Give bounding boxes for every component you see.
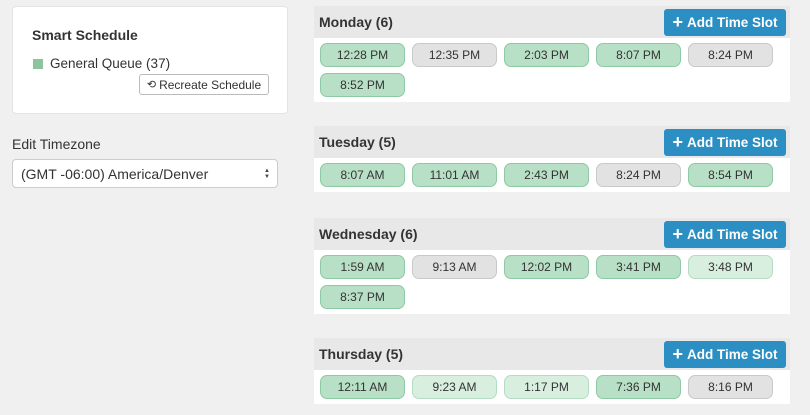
- day-header: Tuesday (5) + Add Time Slot: [314, 126, 790, 158]
- day-header: Wednesday (6) + Add Time Slot: [314, 218, 790, 250]
- add-time-slot-button[interactable]: + Add Time Slot: [664, 128, 786, 156]
- day-section-thursday: Thursday (5) + Add Time Slot 12:11 AM 9:23 A…: [314, 338, 790, 404]
- queue-legend: General Queue (37): [33, 56, 170, 71]
- time-slot[interactable]: 7:36 PM: [596, 375, 681, 399]
- time-slot[interactable]: 8:24 PM: [596, 163, 681, 187]
- day-title: Thursday (5): [319, 346, 404, 362]
- add-time-slot-label: Add Time Slot: [687, 14, 778, 30]
- time-slot-list: 8:07 AM 11:01 AM 2:43 PM 8:24 PM 8:54 PM: [314, 158, 790, 192]
- time-slot[interactable]: 8:52 PM: [320, 73, 405, 97]
- time-slot[interactable]: 8:07 PM: [596, 43, 681, 67]
- smart-schedule-card: Smart Schedule General Queue (37) ⟲ Recr…: [12, 6, 288, 114]
- plus-icon: +: [672, 132, 683, 152]
- add-time-slot-label: Add Time Slot: [687, 134, 778, 150]
- add-time-slot-button[interactable]: + Add Time Slot: [664, 340, 786, 368]
- time-slot-list: 1:59 AM 9:13 AM 12:02 PM 3:41 PM 3:48 PM 8:37…: [314, 250, 790, 314]
- time-slot[interactable]: 8:07 AM: [320, 163, 405, 187]
- recreate-schedule-button[interactable]: ⟲ Recreate Schedule: [139, 74, 269, 95]
- time-slot[interactable]: 9:13 AM: [412, 255, 497, 279]
- queue-color-swatch: [33, 58, 43, 69]
- time-slot[interactable]: 12:02 PM: [504, 255, 589, 279]
- day-title: Wednesday (6): [319, 226, 418, 242]
- time-slot[interactable]: 3:48 PM: [688, 255, 773, 279]
- time-slot[interactable]: 12:28 PM: [320, 43, 405, 67]
- time-slot[interactable]: 2:43 PM: [504, 163, 589, 187]
- day-section-monday: Monday (6) + Add Time Slot 12:28 PM 12:35 PM…: [314, 6, 790, 102]
- add-time-slot-label: Add Time Slot: [687, 346, 778, 362]
- time-slot[interactable]: 8:54 PM: [688, 163, 773, 187]
- plus-icon: +: [672, 12, 683, 32]
- plus-icon: +: [672, 224, 683, 244]
- timezone-selected-value: (GMT -06:00) America/Denver: [21, 165, 209, 182]
- recreate-schedule-label: Recreate Schedule: [159, 77, 262, 92]
- time-slot[interactable]: 2:03 PM: [504, 43, 589, 67]
- time-slot[interactable]: 8:37 PM: [320, 285, 405, 309]
- time-slot[interactable]: 8:16 PM: [688, 375, 773, 399]
- time-slot[interactable]: 11:01 AM: [412, 163, 497, 187]
- queue-label: General Queue (37): [50, 56, 171, 71]
- time-slot[interactable]: 1:59 AM: [320, 255, 405, 279]
- timezone-select[interactable]: (GMT -06:00) America/Denver ▲ ▼: [12, 159, 278, 188]
- plus-icon: +: [672, 344, 683, 364]
- timezone-label: Edit Timezone: [12, 136, 101, 152]
- time-slot[interactable]: 3:41 PM: [596, 255, 681, 279]
- select-arrows-icon: ▲ ▼: [264, 167, 270, 180]
- day-section-wednesday: Wednesday (6) + Add Time Slot 1:59 AM 9:13 A…: [314, 218, 790, 314]
- time-slot[interactable]: 1:17 PM: [504, 375, 589, 399]
- history-icon: ⟲: [146, 79, 157, 91]
- day-title: Monday (6): [319, 14, 393, 30]
- add-time-slot-button[interactable]: + Add Time Slot: [664, 8, 786, 36]
- add-time-slot-button[interactable]: + Add Time Slot: [664, 220, 786, 248]
- add-time-slot-label: Add Time Slot: [687, 226, 778, 242]
- time-slot-list: 12:11 AM 9:23 AM 1:17 PM 7:36 PM 8:16 PM: [314, 370, 790, 404]
- time-slot[interactable]: 12:11 AM: [320, 375, 405, 399]
- day-header: Thursday (5) + Add Time Slot: [314, 338, 790, 370]
- smart-schedule-title: Smart Schedule: [32, 27, 138, 43]
- time-slot[interactable]: 8:24 PM: [688, 43, 773, 67]
- day-header: Monday (6) + Add Time Slot: [314, 6, 790, 38]
- time-slot[interactable]: 12:35 PM: [412, 43, 497, 67]
- day-section-tuesday: Tuesday (5) + Add Time Slot 8:07 AM 11:01 AM…: [314, 126, 790, 192]
- day-title: Tuesday (5): [319, 134, 396, 150]
- time-slot-list: 12:28 PM 12:35 PM 2:03 PM 8:07 PM 8:24 PM 8:5…: [314, 38, 790, 102]
- time-slot[interactable]: 9:23 AM: [412, 375, 497, 399]
